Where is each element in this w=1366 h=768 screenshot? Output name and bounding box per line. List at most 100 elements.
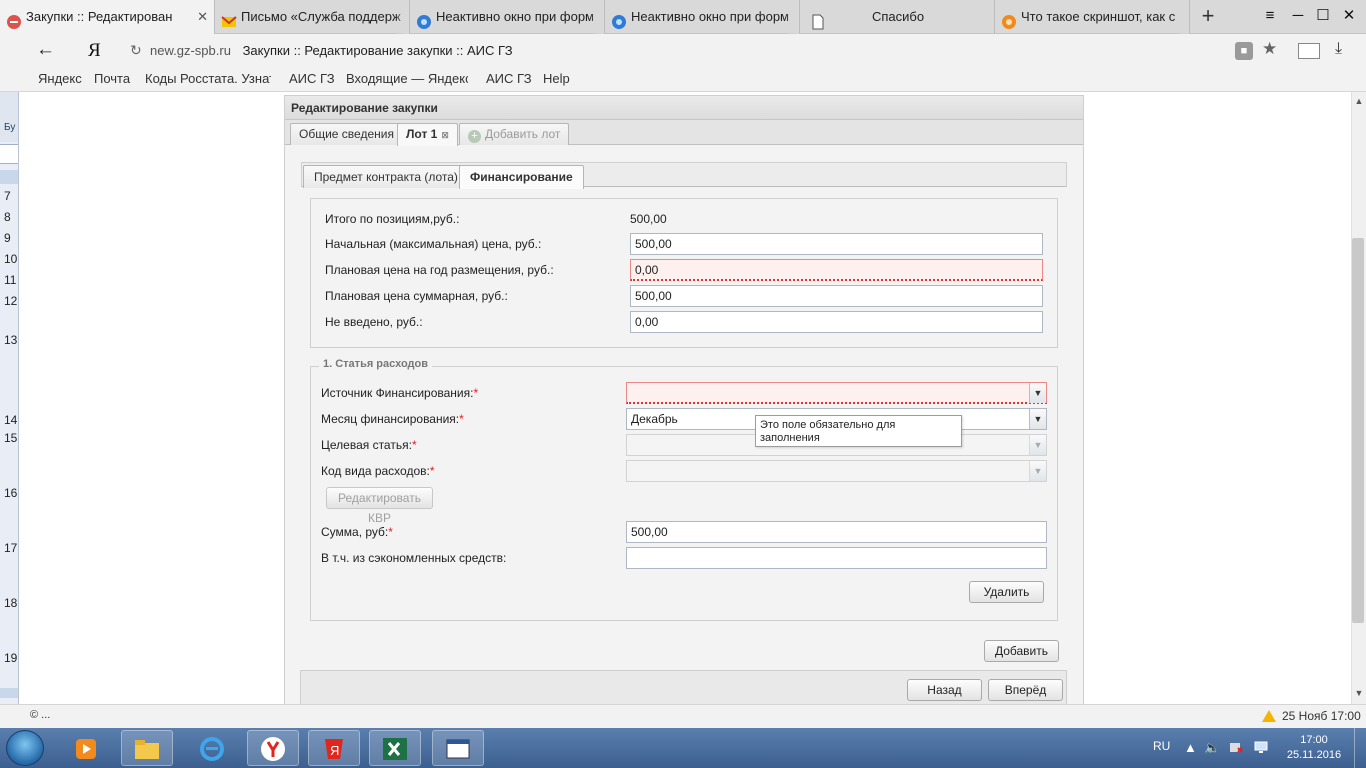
required-mark: * [473, 386, 479, 400]
add-lot-button[interactable]: + Добавить лот [459, 123, 570, 145]
reader-mode-icon[interactable] [1298, 43, 1320, 59]
lock-icon[interactable]: ■ [1235, 42, 1253, 60]
bookmark-link[interactable]: Почта [94, 71, 130, 86]
bookmarks-bar: Яндекс Почта Коды Росстата. Узнат АИС ГЗ… [0, 68, 1366, 92]
excel-row-number: 17 [4, 541, 18, 555]
url-host: new.gz-spb.ru [150, 43, 231, 58]
bookmark-link[interactable]: Help [543, 71, 570, 86]
url-field[interactable]: new.gz-spb.ru Закупки :: Редактирование … [150, 39, 1230, 63]
required-mark: * [388, 525, 393, 539]
windows-start-button[interactable] [6, 730, 44, 766]
file-explorer-icon[interactable] [121, 730, 173, 766]
expense-item-legend: 1. Статья расходов [319, 358, 432, 370]
browser-tab[interactable]: Неактивно окно при форм [605, 0, 800, 34]
reload-icon[interactable]: ↻ [130, 42, 142, 59]
yandex-logo[interactable]: Я [88, 40, 101, 62]
window-icon[interactable] [432, 730, 484, 766]
address-bar-row: ← Я ↻ new.gz-spb.ru Закупки :: Редактиро… [0, 34, 1366, 68]
excel-row-number: 9 [4, 231, 11, 245]
tools-icon [6, 9, 22, 29]
globe-icon [611, 9, 627, 29]
minimize-icon[interactable]: ─ [1286, 4, 1310, 28]
initial-price-field[interactable]: 500,00 [630, 233, 1043, 255]
scroll-up-icon[interactable]: ▲ [1353, 96, 1365, 106]
planned-total-price-field[interactable]: 500,00 [630, 285, 1043, 307]
required-field-tooltip: Это поле обязательно для заполнения [755, 415, 962, 447]
required-mark: * [411, 438, 417, 452]
tab-lot-1[interactable]: Лот 1 ⊠ [397, 123, 458, 146]
back-button[interactable]: Назад [907, 679, 982, 701]
document-icon [810, 9, 826, 30]
required-mark: * [459, 412, 464, 426]
browser-tab[interactable]: Спасибо [800, 0, 995, 34]
sum-label: Сумма, руб:* [321, 525, 393, 539]
browser-tab-active[interactable]: Закупки :: Редактирован ✕ [0, 0, 215, 34]
edit-kvr-button[interactable]: Редактировать КВР [326, 487, 433, 525]
browser-tab-title: Письмо «Служба поддерж [241, 9, 401, 24]
browser-tab-title: Что такое скриншот, как с [1021, 9, 1176, 24]
browser-tab-title: Неактивно окно при форм [631, 9, 789, 24]
clock[interactable]: 17:00 25.11.2016 [1286, 733, 1342, 763]
tab-contract-subject[interactable]: Предмет контракта (лота) [303, 165, 469, 188]
bookmark-star-icon[interactable]: ★ [1262, 39, 1277, 59]
back-arrow-icon[interactable]: ← [36, 40, 58, 62]
bookmark-link[interactable]: АИС ГЗ [486, 71, 532, 86]
excel-row-number: 7 [4, 189, 11, 203]
media-player-icon[interactable] [60, 730, 112, 766]
sum-field[interactable]: 500,00 [626, 521, 1047, 543]
tab-general-info[interactable]: Общие сведения [290, 123, 403, 145]
excel-icon[interactable] [369, 730, 421, 766]
sum-label-text: Сумма, руб: [321, 525, 389, 539]
browser-tab[interactable]: Что такое скриншот, как с [995, 0, 1190, 34]
close-tab-icon[interactable]: ⊠ [441, 130, 449, 140]
browser-tab[interactable]: Письмо «Служба поддерж [215, 0, 410, 34]
saved-funds-field[interactable] [626, 547, 1047, 569]
bookmark-link[interactable]: Коды Росстата. Узнат [145, 71, 271, 86]
excel-row-number: 12 [4, 294, 18, 308]
tray-arrow-icon[interactable]: ▲ [1184, 740, 1197, 755]
scrollbar-thumb[interactable] [1352, 238, 1364, 623]
status-datetime: 25 Нояб 17:00 [1282, 709, 1361, 723]
browser-tab[interactable]: Неактивно окно при форм [410, 0, 605, 34]
excel-row-number: 13 [4, 333, 18, 347]
status-text: © ... [30, 709, 51, 721]
internet-explorer-icon[interactable] [186, 730, 238, 766]
chevron-down-icon[interactable]: ▼ [1029, 435, 1046, 455]
yandex-browser-icon[interactable] [247, 730, 299, 766]
close-window-icon[interactable]: ✕ [1337, 4, 1361, 28]
tab-financing[interactable]: Финансирование [459, 165, 584, 189]
maximize-icon[interactable]: ☐ [1311, 4, 1335, 28]
add-button[interactable]: Добавить [984, 640, 1059, 662]
show-desktop-button[interactable] [1354, 728, 1366, 768]
download-icon[interactable]: ⤓ [1335, 40, 1342, 58]
delete-button[interactable]: Удалить [969, 581, 1044, 603]
expense-code-select[interactable]: ▼ [626, 460, 1047, 482]
new-tab-button[interactable]: + [1196, 3, 1220, 31]
not-entered-label: Не введено, руб.: [325, 315, 423, 329]
scroll-down-icon[interactable]: ▼ [1353, 688, 1365, 698]
excel-label: Бу [4, 122, 16, 133]
chevron-down-icon[interactable]: ▼ [1029, 461, 1046, 481]
funding-source-select[interactable]: ▼ [626, 382, 1047, 404]
next-button[interactable]: Вперёд [988, 679, 1063, 701]
display-icon[interactable] [1254, 740, 1268, 757]
browser-menu-icon[interactable]: ≡ [1258, 4, 1282, 28]
volume-icon[interactable]: 🔈 [1204, 740, 1220, 756]
yandex-browser-alt-icon[interactable]: Я [308, 730, 360, 766]
chevron-down-icon[interactable]: ▼ [1029, 409, 1046, 429]
bookmark-link[interactable]: АИС ГЗ [289, 71, 335, 86]
clock-time: 17:00 [1300, 734, 1328, 746]
initial-price-label: Начальная (максимальная) цена, руб.: [325, 237, 542, 251]
close-tab-icon[interactable]: ✕ [193, 0, 208, 34]
lot-tabs: Общие сведения Лот 1 ⊠ + Добавить лот [285, 120, 1083, 146]
bookmark-link[interactable]: Яндекс [38, 71, 82, 86]
chevron-down-icon[interactable]: ▼ [1029, 383, 1046, 403]
language-indicator[interactable]: RU [1153, 739, 1170, 753]
network-icon[interactable] [1229, 740, 1243, 757]
not-entered-field[interactable]: 0,00 [630, 311, 1043, 333]
browser-tab-title: Закупки :: Редактирован [26, 9, 173, 24]
background-excel-window: Бу 7 8 9 10 11 12 13 14 15 16 17 18 19 Г… [0, 92, 19, 728]
planned-year-price-field[interactable]: 0,00 [630, 259, 1043, 281]
bookmark-link[interactable]: Входящие — Яндекс [346, 71, 468, 86]
funding-month-label-text: Месяц финансирования: [321, 412, 460, 426]
